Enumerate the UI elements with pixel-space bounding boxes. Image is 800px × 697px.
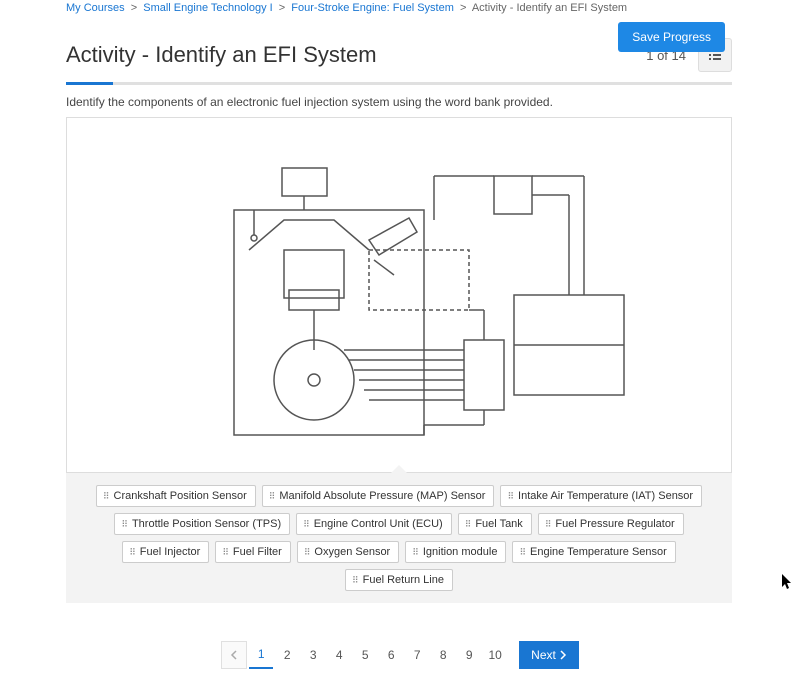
grip-icon: ⠿ — [412, 547, 418, 558]
word-bank-chip[interactable]: ⠿ Throttle Position Sensor (TPS) — [114, 513, 290, 535]
chip-label: Fuel Tank — [475, 518, 523, 530]
grip-icon: ⠿ — [303, 519, 309, 530]
grip-icon: ⠿ — [545, 519, 551, 530]
chip-label: Fuel Injector — [140, 546, 201, 558]
save-progress-button[interactable]: Save Progress — [618, 22, 725, 52]
word-bank-chip[interactable]: ⠿ Engine Temperature Sensor — [512, 541, 675, 563]
word-bank-chip[interactable]: ⠿ Fuel Pressure Regulator — [538, 513, 684, 535]
chevron-right-icon — [560, 650, 567, 660]
next-label: Next — [531, 648, 556, 662]
grip-icon: ⠿ — [519, 547, 525, 558]
grip-icon: ⠿ — [304, 547, 310, 558]
grip-icon: ⠿ — [507, 491, 513, 502]
page-number-9[interactable]: 9 — [457, 641, 481, 669]
breadcrumb-separator: > — [131, 2, 137, 14]
page-number-2[interactable]: 2 — [275, 641, 299, 669]
efi-diagram-svg — [164, 140, 634, 450]
page-number-4[interactable]: 4 — [327, 641, 351, 669]
chip-label: Engine Temperature Sensor — [530, 546, 667, 558]
word-bank-chip[interactable]: ⠿ Fuel Tank — [458, 513, 532, 535]
breadcrumb: My Courses > Small Engine Technology I >… — [0, 0, 800, 20]
next-page-button[interactable]: Next — [519, 641, 579, 669]
chip-label: Ignition module — [423, 546, 498, 558]
breadcrumb-link-my-courses[interactable]: My Courses — [66, 2, 125, 14]
prev-page-button[interactable] — [221, 641, 247, 669]
breadcrumb-current: Activity - Identify an EFI System — [472, 2, 627, 14]
chip-label: Throttle Position Sensor (TPS) — [132, 518, 281, 530]
page-number-10[interactable]: 10 — [483, 641, 507, 669]
grip-icon: ⠿ — [103, 491, 109, 502]
chip-label: Fuel Return Line — [363, 574, 444, 586]
pagination: 1 2 3 4 5 6 7 8 9 10 Next — [0, 641, 800, 669]
word-bank-chip[interactable]: ⠿ Fuel Filter — [215, 541, 291, 563]
word-bank-chip[interactable]: ⠿ Crankshaft Position Sensor — [96, 485, 256, 507]
page-title: Activity - Identify an EFI System — [66, 42, 377, 68]
page-number-1[interactable]: 1 — [249, 641, 273, 669]
instruction-text: Identify the components of an electronic… — [66, 95, 732, 109]
word-bank-chip[interactable]: ⠿ Manifold Absolute Pressure (MAP) Sensor — [262, 485, 495, 507]
chip-label: Fuel Filter — [233, 546, 282, 558]
page-number-5[interactable]: 5 — [353, 641, 377, 669]
chip-label: Manifold Absolute Pressure (MAP) Sensor — [279, 490, 485, 502]
grip-icon: ⠿ — [352, 575, 358, 586]
chip-label: Oxygen Sensor — [314, 546, 390, 558]
breadcrumb-separator: > — [460, 2, 466, 14]
breadcrumb-link-unit[interactable]: Four-Stroke Engine: Fuel System — [291, 2, 454, 14]
page-number-6[interactable]: 6 — [379, 641, 403, 669]
word-bank-chip[interactable]: ⠿ Oxygen Sensor — [297, 541, 399, 563]
grip-icon: ⠿ — [129, 547, 135, 558]
chip-label: Crankshaft Position Sensor — [114, 490, 247, 502]
breadcrumb-link-course[interactable]: Small Engine Technology I — [143, 2, 272, 14]
progress-bar — [66, 82, 732, 85]
mouse-cursor-icon — [782, 574, 794, 593]
grip-icon: ⠿ — [465, 519, 471, 530]
chip-label: Engine Control Unit (ECU) — [314, 518, 443, 530]
progress-fill — [66, 82, 113, 85]
word-bank-chip[interactable]: ⠿ Engine Control Unit (ECU) — [296, 513, 452, 535]
grip-icon: ⠿ — [121, 519, 127, 530]
page-number-3[interactable]: 3 — [301, 641, 325, 669]
breadcrumb-separator: > — [279, 2, 285, 14]
page-number-8[interactable]: 8 — [431, 641, 455, 669]
efi-diagram[interactable] — [73, 124, 725, 466]
page-number-7[interactable]: 7 — [405, 641, 429, 669]
grip-icon: ⠿ — [222, 547, 228, 558]
word-bank-chip[interactable]: ⠿ Intake Air Temperature (IAT) Sensor — [500, 485, 702, 507]
word-bank: ⠿ Crankshaft Position Sensor ⠿ Manifold Ab… — [66, 473, 732, 603]
chip-label: Intake Air Temperature (IAT) Sensor — [518, 490, 693, 502]
grip-icon: ⠿ — [269, 491, 275, 502]
diagram-frame — [66, 117, 732, 473]
chip-label: Fuel Pressure Regulator — [555, 518, 674, 530]
word-bank-chip[interactable]: ⠿ Ignition module — [405, 541, 506, 563]
chevron-left-icon — [230, 650, 238, 660]
word-bank-chip[interactable]: ⠿ Fuel Return Line — [345, 569, 453, 591]
word-bank-chip[interactable]: ⠿ Fuel Injector — [122, 541, 209, 563]
